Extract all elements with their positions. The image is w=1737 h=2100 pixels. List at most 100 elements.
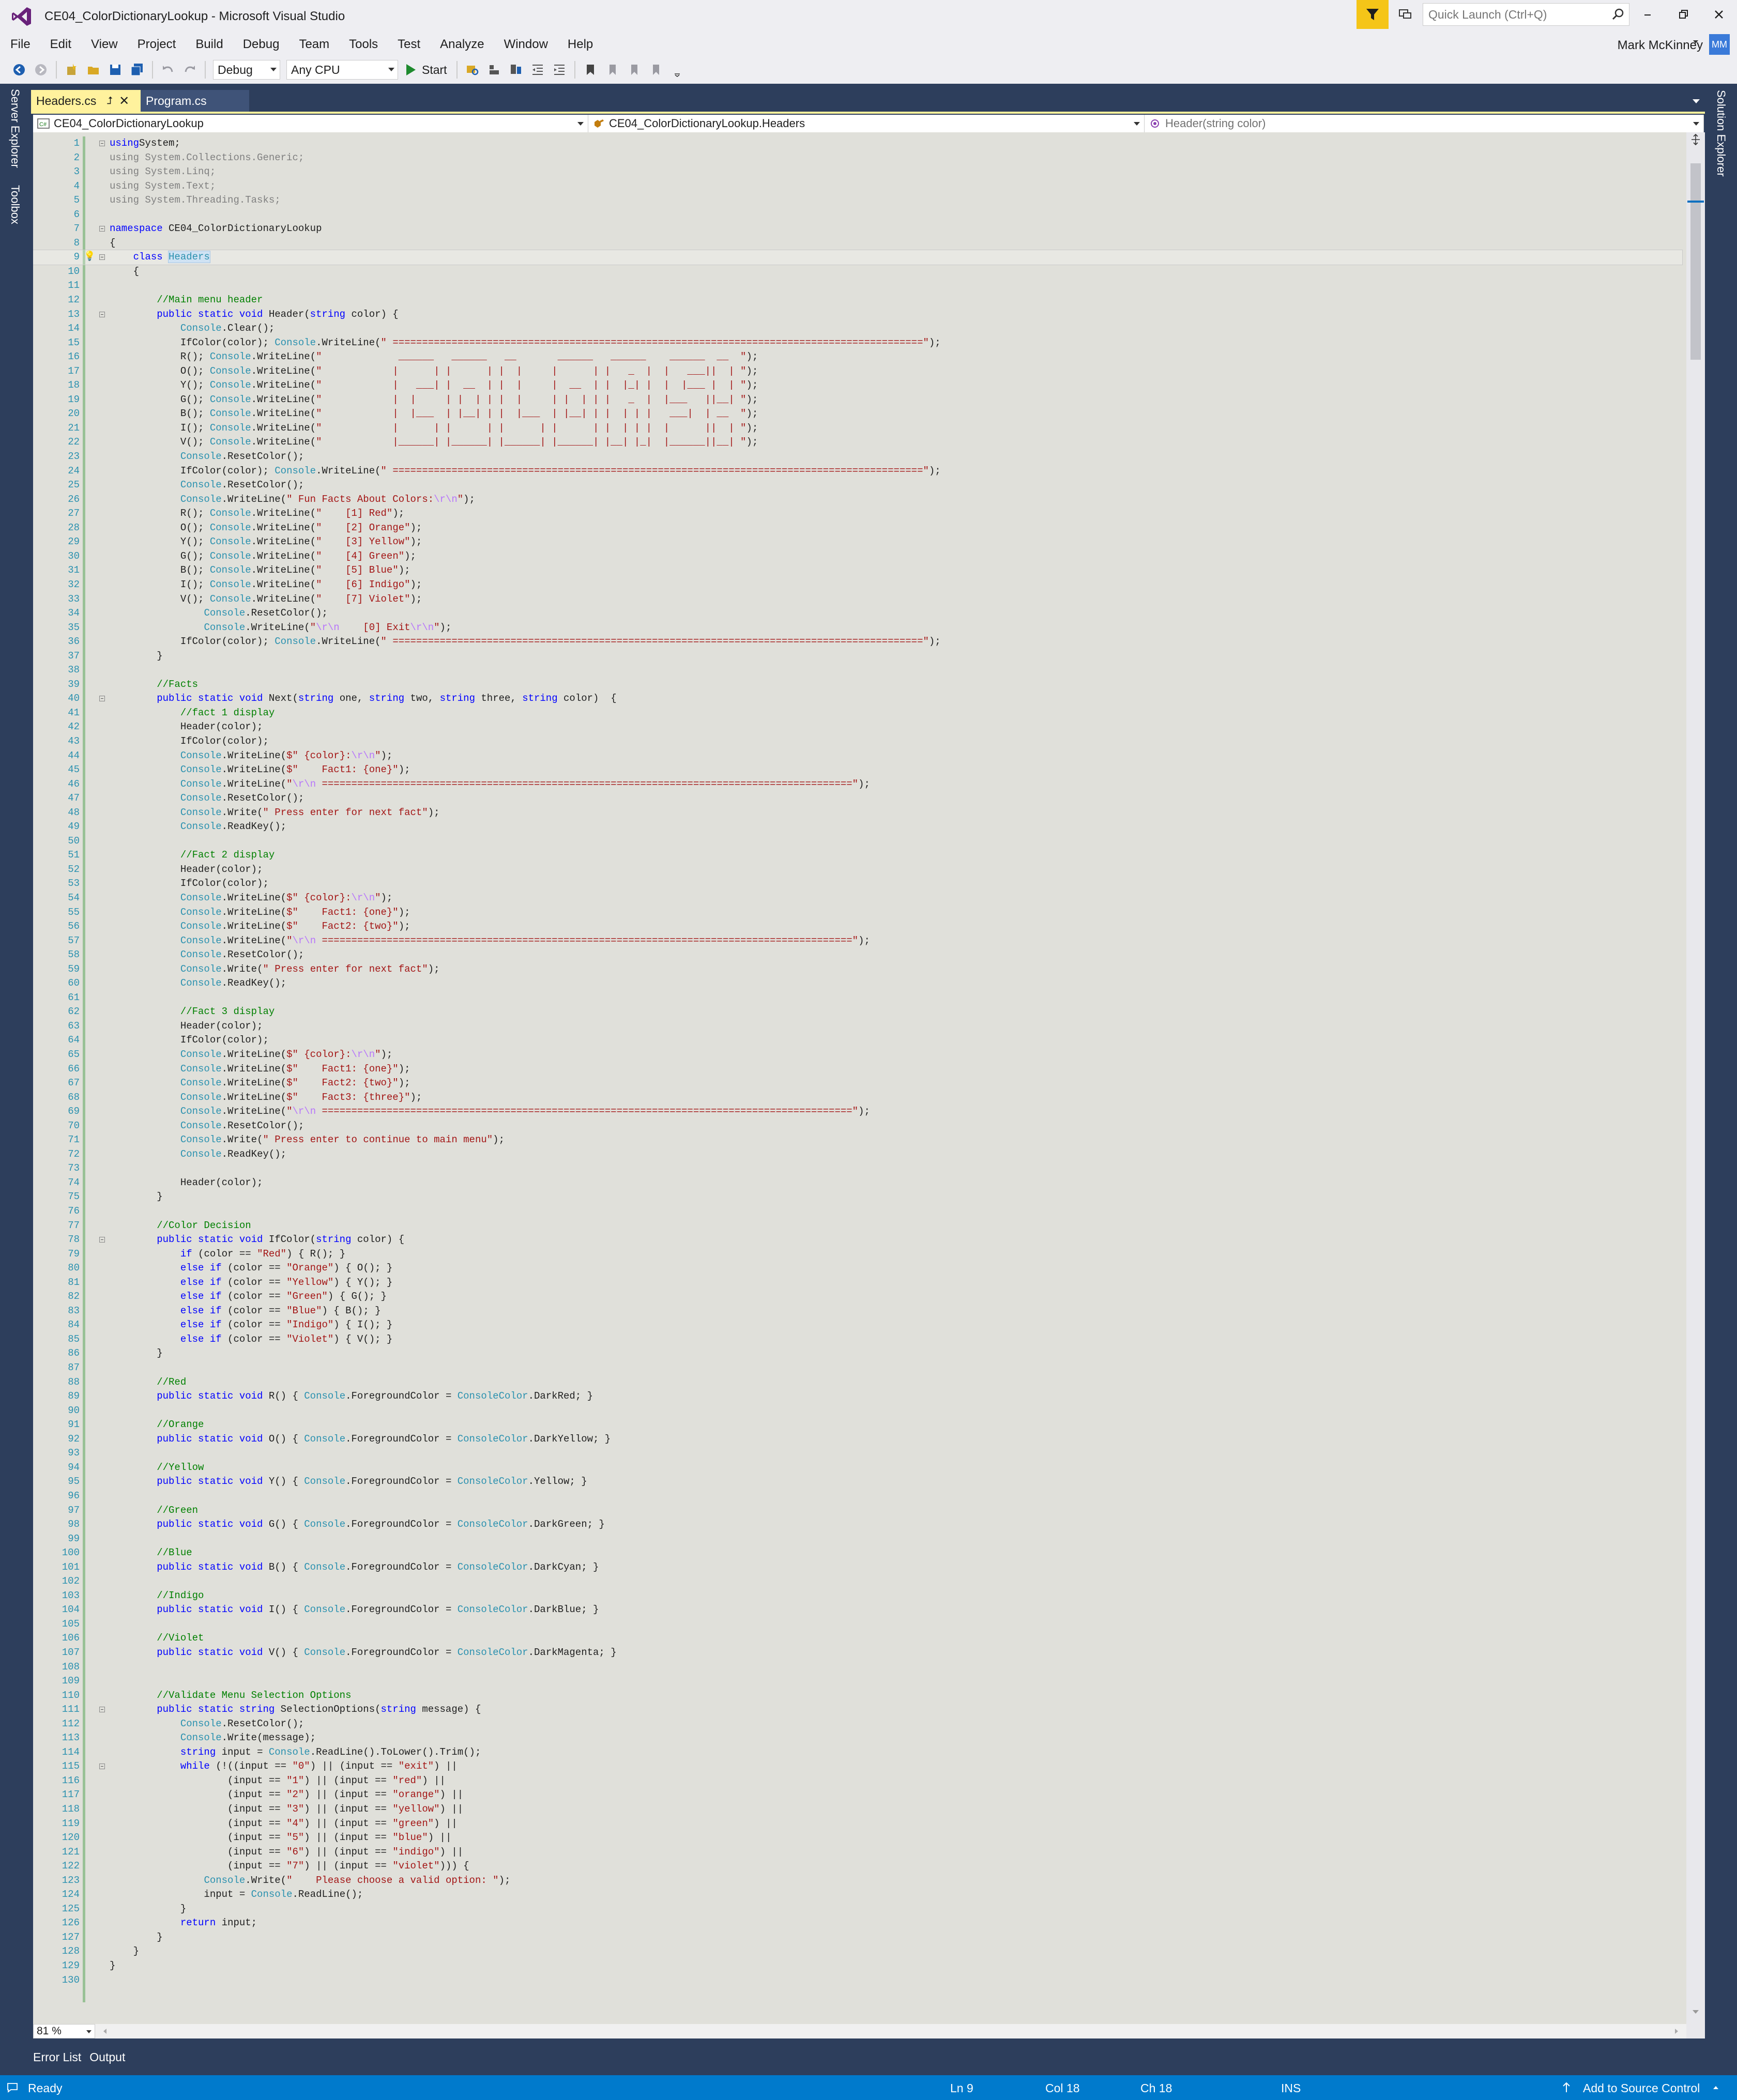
code-line[interactable]: 14 Console.Clear(); [33, 321, 1682, 336]
code-line[interactable]: 125 } [33, 1902, 1682, 1917]
redo-icon[interactable] [182, 62, 197, 78]
code-line[interactable]: 100 //Blue [33, 1546, 1682, 1560]
code-line[interactable]: 17 O(); Console.WriteLine(" | | | | | | … [33, 364, 1682, 379]
code-line[interactable]: 39 //Facts [33, 678, 1682, 692]
save-all-icon[interactable] [129, 62, 145, 78]
code-line[interactable]: 71 Console.Write(" Press enter to contin… [33, 1133, 1682, 1147]
code-line[interactable]: 66 Console.WriteLine($" Fact1: {one}"); [33, 1062, 1682, 1077]
code-line[interactable]: 38 [33, 663, 1682, 678]
code-line[interactable]: 98 public static void G() { Console.Fore… [33, 1517, 1682, 1532]
code-line[interactable]: 21 I(); Console.WriteLine(" | | | | | | … [33, 421, 1682, 436]
clear-bookmarks-icon[interactable] [648, 62, 663, 78]
code-line[interactable]: 31 B(); Console.WriteLine(" [5] Blue"); [33, 563, 1682, 578]
menu-window[interactable]: Window [494, 33, 558, 56]
code-line[interactable]: 18 Y(); Console.WriteLine(" | ___| | __ … [33, 378, 1682, 393]
code-line[interactable]: 73 [33, 1161, 1682, 1176]
code-line[interactable]: 16 R(); Console.WriteLine(" ______ _____… [33, 350, 1682, 364]
menu-tools[interactable]: Tools [339, 33, 388, 56]
code-line[interactable]: 28 O(); Console.WriteLine(" [2] Orange")… [33, 521, 1682, 535]
code-line[interactable]: 75 } [33, 1190, 1682, 1204]
indent-right-icon[interactable] [552, 62, 567, 78]
code-line[interactable]: 108 [33, 1660, 1682, 1675]
code-line[interactable]: 22 V(); Console.WriteLine(" |______| |__… [33, 435, 1682, 450]
code-line[interactable]: 20 B(); Console.WriteLine(" | |___ | |__… [33, 407, 1682, 421]
code-line[interactable]: 109 [33, 1674, 1682, 1689]
code-line[interactable]: 114 string input = Console.ReadLine().To… [33, 1745, 1682, 1760]
code-line[interactable]: 121 (input == "6") || (input == "indigo"… [33, 1845, 1682, 1860]
code-line[interactable]: 46 Console.WriteLine("\r\n =============… [33, 777, 1682, 792]
code-line[interactable]: 88 //Red [33, 1375, 1682, 1390]
code-line[interactable]: 123 Console.Write(" Please choose a vali… [33, 1874, 1682, 1888]
close-window-button[interactable] [1707, 4, 1731, 25]
bookmark-icon[interactable] [583, 62, 598, 78]
code-line[interactable]: 25 Console.ResetColor(); [33, 478, 1682, 493]
code-line[interactable]: 113 Console.Write(message); [33, 1731, 1682, 1745]
save-icon[interactable] [108, 62, 123, 78]
menu-file[interactable]: File [0, 33, 40, 56]
code-line[interactable]: 2 using System.Collections.Generic; [33, 151, 1682, 165]
type-dropdown[interactable]: CE04_ColorDictionaryLookup.Headers [588, 115, 1145, 132]
code-line[interactable]: 53 IfColor(color); [33, 877, 1682, 891]
code-line[interactable]: 110 //Validate Menu Selection Options [33, 1689, 1682, 1703]
menu-edit[interactable]: Edit [40, 33, 81, 56]
code-line[interactable]: 122 (input == "7") || (input == "violet"… [33, 1859, 1682, 1874]
feedback-button[interactable] [1395, 4, 1415, 25]
code-line[interactable]: 119 (input == "4") || (input == "green")… [33, 1817, 1682, 1831]
code-line[interactable]: 8{ [33, 236, 1682, 251]
code-line[interactable]: 99 [33, 1532, 1682, 1546]
undo-icon[interactable] [160, 62, 176, 78]
code-line[interactable]: 126 return input; [33, 1916, 1682, 1930]
code-line[interactable]: 128 } [33, 1944, 1682, 1959]
code-line[interactable]: 13 public static void Header(string colo… [33, 308, 1682, 322]
code-line[interactable]: 32 I(); Console.WriteLine(" [6] Indigo")… [33, 578, 1682, 592]
code-line[interactable]: 30 G(); Console.WriteLine(" [4] Green"); [33, 549, 1682, 564]
pin-icon[interactable]: ⮥ [106, 95, 113, 107]
code-line[interactable]: 96 [33, 1489, 1682, 1504]
minimize-button[interactable] [1636, 4, 1659, 25]
code-line[interactable]: 70 Console.ResetColor(); [33, 1119, 1682, 1133]
lightbulb-icon[interactable]: 💡 [84, 250, 95, 265]
menu-build[interactable]: Build [186, 33, 233, 56]
notifications-filter-button[interactable] [1357, 0, 1389, 29]
configuration-select[interactable]: Debug [213, 60, 280, 80]
code-line[interactable]: 124 input = Console.ReadLine(); [33, 1888, 1682, 1902]
code-line[interactable]: 4 using System.Text; [33, 179, 1682, 194]
platform-select[interactable]: Any CPU [286, 60, 398, 80]
code-line[interactable]: 10 { [33, 265, 1682, 279]
split-view-icon[interactable] [1689, 133, 1702, 146]
collapse-icon[interactable] [99, 696, 105, 702]
code-line[interactable]: 83 else if (color == "Blue") { B(); } [33, 1304, 1682, 1319]
start-debugging-button[interactable]: Start [406, 63, 447, 77]
navigate-icon[interactable] [486, 62, 502, 78]
code-line[interactable]: 94 //Yellow [33, 1461, 1682, 1475]
code-line[interactable]: 85 else if (color == "Violet") { V(); } [33, 1332, 1682, 1347]
code-line[interactable]: 55 Console.WriteLine($" Fact1: {one}"); [33, 906, 1682, 920]
code-line[interactable]: 62 //Fact 3 display [33, 1005, 1682, 1019]
code-line[interactable]: 56 Console.WriteLine($" Fact2: {two}"); [33, 919, 1682, 934]
code-line[interactable]: 50 [33, 834, 1682, 849]
code-line[interactable]: 37 } [33, 649, 1682, 664]
code-line[interactable]: 120 (input == "5") || (input == "blue") … [33, 1831, 1682, 1845]
code-line[interactable]: 3 using System.Linq; [33, 165, 1682, 179]
code-line[interactable]: 58 Console.ResetColor(); [33, 948, 1682, 962]
code-line[interactable]: 117 (input == "2") || (input == "orange"… [33, 1788, 1682, 1802]
code-line[interactable]: 48 Console.Write(" Press enter for next … [33, 806, 1682, 820]
code-line[interactable]: 54 Console.WriteLine($" {color}:\r\n"); [33, 891, 1682, 906]
code-line[interactable]: 43 IfColor(color); [33, 734, 1682, 749]
code-line[interactable]: 27 R(); Console.WriteLine(" [1] Red"); [33, 507, 1682, 521]
previous-bookmark-icon[interactable] [604, 62, 620, 78]
menu-test[interactable]: Test [388, 33, 430, 56]
code-line[interactable]: 79 if (color == "Red") { R(); } [33, 1247, 1682, 1262]
code-line[interactable]: 1 usingSystem; [33, 136, 1682, 151]
code-line[interactable]: 92 public static void O() { Console.Fore… [33, 1432, 1682, 1447]
code-line[interactable]: 90 [33, 1404, 1682, 1418]
tab-overflow-icon[interactable] [1693, 99, 1700, 103]
code-line[interactable]: 67 Console.WriteLine($" Fact2: {two}"); [33, 1076, 1682, 1091]
code-line[interactable]: 49 Console.ReadKey(); [33, 820, 1682, 834]
next-bookmark-icon[interactable] [626, 62, 642, 78]
chevron-down-icon[interactable] [1693, 39, 1699, 44]
code-line[interactable]: 106 //Violet [33, 1631, 1682, 1646]
collapse-icon[interactable] [99, 254, 105, 260]
code-line[interactable]: 7 namespace CE04_ColorDictionaryLookup [33, 222, 1682, 236]
collapse-icon[interactable] [99, 141, 105, 146]
